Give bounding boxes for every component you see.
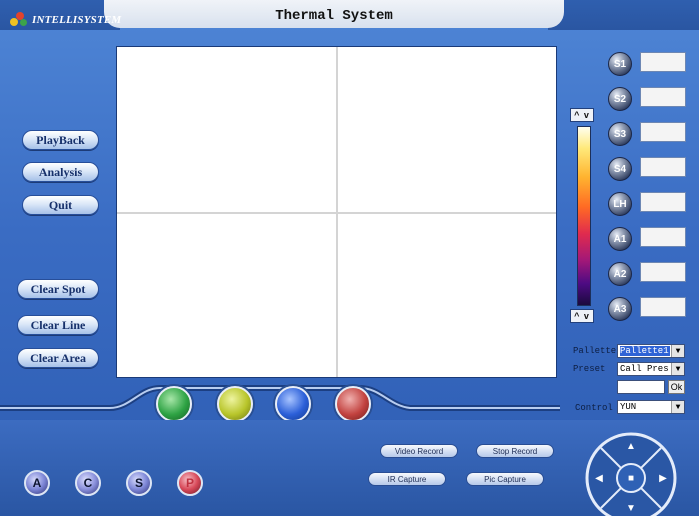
ir-capture-button[interactable]: IR Capture	[368, 472, 446, 486]
thermal-system-window: Thermal System INTELLISYSTEM PlayBack An…	[0, 0, 699, 516]
mode-a-button[interactable]: A	[24, 470, 50, 496]
arrow-right-icon: ▶	[659, 472, 667, 484]
chevron-down-icon: ▼	[671, 363, 684, 375]
s1-readout	[640, 52, 686, 72]
a1-readout	[640, 227, 686, 247]
clear-line-button[interactable]: Clear Line	[17, 315, 99, 335]
pan-right-button[interactable]: ▶	[655, 470, 671, 486]
logo-icon	[10, 12, 28, 28]
s4-button[interactable]: S4	[608, 157, 632, 181]
green-orb-button[interactable]	[156, 386, 192, 422]
s2-button[interactable]: S2	[608, 87, 632, 111]
title-bar-right	[548, 0, 699, 30]
arrow-down-icon: ▼	[626, 502, 636, 514]
preset-label: Preset	[573, 364, 606, 374]
grid-divider-horizontal	[117, 212, 556, 214]
color-scale-bar	[577, 126, 591, 306]
pic-capture-button[interactable]: Pic Capture	[466, 472, 544, 486]
pallette-label: Pallette	[573, 346, 617, 356]
yellow-orb-button[interactable]	[217, 386, 253, 422]
pan-left-button[interactable]: ◀	[591, 470, 607, 486]
analysis-button[interactable]: Analysis	[22, 162, 99, 182]
stop-center-button[interactable]: ■	[623, 470, 639, 486]
stop-record-button[interactable]: Stop Record	[476, 444, 554, 458]
s3-button[interactable]: S3	[608, 122, 632, 146]
quit-button[interactable]: Quit	[22, 195, 99, 215]
app-title: Thermal System	[275, 8, 393, 24]
pallette-select[interactable]: Pallette1 ▼	[617, 344, 685, 358]
pallette-value: Pallette1	[620, 346, 670, 356]
clear-area-button[interactable]: Clear Area	[17, 348, 99, 368]
chevron-down-icon: ▼	[671, 345, 684, 357]
pan-down-button[interactable]: ▼	[623, 500, 639, 516]
preset-select[interactable]: Call Pres ▼	[617, 362, 685, 376]
a3-button[interactable]: A3	[608, 297, 632, 321]
s4-readout	[640, 157, 686, 177]
lh-readout	[640, 192, 686, 212]
red-orb-button[interactable]	[335, 386, 371, 422]
s1-button[interactable]: S1	[608, 52, 632, 76]
title-bar: Thermal System INTELLISYSTEM	[0, 0, 699, 30]
a1-button[interactable]: A1	[608, 227, 632, 251]
preset-value: Call Pres	[620, 364, 669, 374]
scale-bottom-adjust-button[interactable]: ^ v	[570, 309, 594, 323]
clear-spot-button[interactable]: Clear Spot	[17, 279, 99, 299]
lh-button[interactable]: LH	[608, 192, 632, 216]
s2-readout	[640, 87, 686, 107]
playback-button[interactable]: PlayBack	[22, 130, 99, 150]
scale-top-adjust-button[interactable]: ^ v	[570, 108, 594, 122]
pan-up-button[interactable]: ▲	[623, 438, 639, 454]
video-record-button[interactable]: Video Record	[380, 444, 458, 458]
blue-orb-button[interactable]	[275, 386, 311, 422]
logo-text: INTELLISYSTEM	[32, 14, 122, 26]
mode-c-button[interactable]: C	[75, 470, 101, 496]
arrow-left-icon: ◀	[595, 472, 603, 484]
mode-p-button[interactable]: P	[177, 470, 203, 496]
arrow-up-icon: ▲	[626, 440, 636, 452]
a3-readout	[640, 297, 686, 317]
s3-readout	[640, 122, 686, 142]
stop-square-icon: ■	[627, 472, 635, 484]
ptz-dpad: ▲ ◀ ▶ ▼ ■	[583, 432, 679, 516]
video-display[interactable]	[116, 46, 557, 378]
logo: INTELLISYSTEM	[10, 10, 121, 30]
a2-readout	[640, 262, 686, 282]
mode-s-button[interactable]: S	[126, 470, 152, 496]
a2-button[interactable]: A2	[608, 262, 632, 286]
